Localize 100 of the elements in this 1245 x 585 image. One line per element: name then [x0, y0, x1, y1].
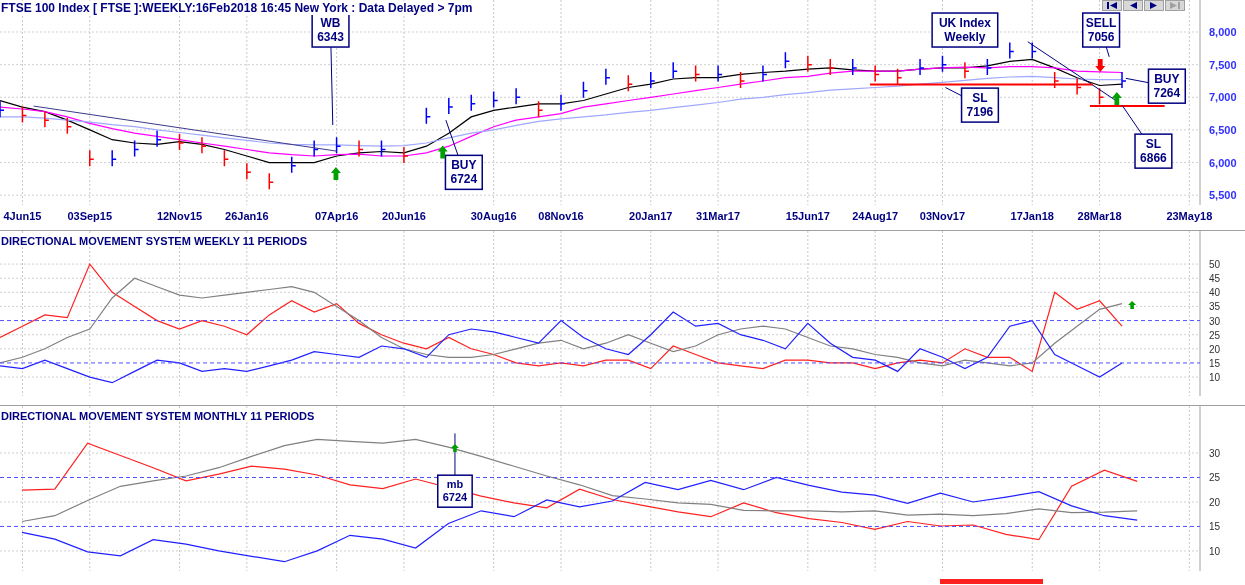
axis-tick-label: 45 [1209, 273, 1221, 285]
date-label: 20Jun16 [381, 210, 426, 222]
price-bar [1076, 77, 1082, 96]
price-bar [223, 149, 230, 168]
price-bar [537, 100, 544, 119]
price-bar [874, 64, 880, 83]
price-bar [851, 58, 858, 76]
axis-tick-label: 40 [1209, 287, 1221, 299]
price-bar [290, 156, 297, 174]
price-bar [0, 100, 5, 119]
skip-back-icon [1107, 2, 1117, 9]
chart-title: DIRECTIONAL MOVEMENT SYSTEM MONTHLY 11 PERIODS [1, 410, 315, 422]
price-bar [201, 136, 207, 154]
price-bar [246, 162, 252, 181]
leader-line [445, 119, 459, 156]
axis-tick-label: 25 [1209, 329, 1221, 341]
price-bar [515, 87, 521, 106]
date-label: 31Mar17 [696, 210, 741, 222]
skip-forward-icon [1170, 2, 1180, 9]
leader-line [1125, 77, 1149, 84]
price-bar [829, 58, 836, 76]
first-page-button[interactable] [1102, 0, 1122, 11]
axis-tick-label: 30 [1209, 448, 1221, 459]
axis-tick-label: 6,500 [1209, 123, 1237, 136]
axis-tick-label: 7,000 [1209, 91, 1237, 104]
arrow-up-icon [437, 145, 448, 159]
price-bar [560, 94, 566, 112]
date-label: 08Nov16 [538, 210, 584, 222]
price-bar [425, 107, 432, 125]
axis-tick-label: 50 [1209, 259, 1221, 271]
price-bar [739, 71, 746, 89]
callout-label: SL 7196 [960, 87, 1000, 123]
price-bar [178, 133, 185, 151]
axis-tick-label: 20 [1209, 343, 1221, 355]
date-label: 15Jun17 [785, 210, 830, 222]
price-bar [650, 71, 656, 89]
date-label: 17Jan18 [1010, 210, 1054, 222]
callout-label: WB 6343 [311, 12, 350, 48]
price-bar [582, 81, 589, 99]
leader-line [1105, 46, 1110, 58]
axis-tick-label: 25 [1209, 472, 1221, 484]
previous-page-button[interactable] [1123, 0, 1143, 11]
chart-title: DIRECTIONAL MOVEMENT SYSTEM WEEKLY 11 PERIODS [1, 235, 308, 247]
price-bar [694, 64, 701, 83]
axis-tick-label: 8,000 [1209, 26, 1237, 38]
axis-tick-label: 15 [1209, 357, 1221, 369]
arrow-up-icon [1111, 91, 1122, 105]
price-bar [1031, 41, 1037, 60]
leader-line [1121, 104, 1143, 135]
axis-tick-label: 5,500 [1209, 189, 1237, 202]
price-bar [1009, 41, 1015, 60]
axis-tick-label: 35 [1209, 301, 1221, 313]
price-bar [1121, 71, 1127, 89]
play-icon [1149, 2, 1159, 9]
price-bar [672, 61, 678, 79]
arrow-up-icon [330, 167, 341, 180]
price-bar [470, 94, 476, 112]
price-bar [605, 67, 611, 86]
date-label: 26Jan16 [225, 210, 269, 222]
price-bar [807, 54, 813, 73]
callout-label: BUY 6724 [444, 154, 483, 191]
date-label: 07Apr16 [314, 210, 359, 222]
axis-tick-label: 7,500 [1209, 58, 1237, 71]
price-bar [1098, 87, 1105, 106]
price-bar [986, 58, 993, 76]
price-bar [1053, 71, 1060, 89]
callout-label: SELL 7056 [1082, 12, 1121, 48]
axis-tick-label: 20 [1209, 496, 1221, 508]
axis-tick-label: 6,000 [1209, 156, 1237, 169]
leader-line [454, 432, 456, 476]
price-bar [89, 149, 95, 168]
date-label: 03Nov17 [919, 210, 966, 222]
price-bar [335, 136, 342, 154]
date-label: 28Mar18 [1077, 210, 1122, 222]
price-bar [21, 105, 28, 124]
price-bar [492, 90, 499, 109]
price-bar [358, 139, 364, 158]
scroll-thumb[interactable] [940, 579, 1043, 584]
date-label: 20Jan17 [629, 210, 673, 222]
price-bar [762, 64, 768, 83]
price-bar [111, 149, 117, 168]
axis-tick-label: 30 [1209, 315, 1221, 327]
price-bar [313, 139, 319, 158]
axis-tick-label: 15 [1209, 521, 1221, 533]
callout-label: BUY 7264 [1147, 68, 1187, 104]
price-bar [784, 51, 791, 70]
price-bar [44, 110, 50, 128]
arrow-down-icon [1095, 58, 1106, 72]
price-bar [403, 146, 409, 164]
price-bar [268, 172, 275, 190]
price-bar [717, 64, 723, 83]
leader-line [944, 87, 963, 97]
date-label: 03Sep15 [67, 210, 113, 222]
callout-label: mb 6724 [437, 474, 473, 508]
date-label: 24Aug17 [852, 210, 899, 222]
price-bar [627, 74, 634, 92]
next-page-button[interactable] [1144, 0, 1164, 11]
price-bar [964, 61, 970, 79]
axis-tick-label: 10 [1209, 372, 1221, 384]
date-label: 23May18 [1166, 210, 1213, 222]
